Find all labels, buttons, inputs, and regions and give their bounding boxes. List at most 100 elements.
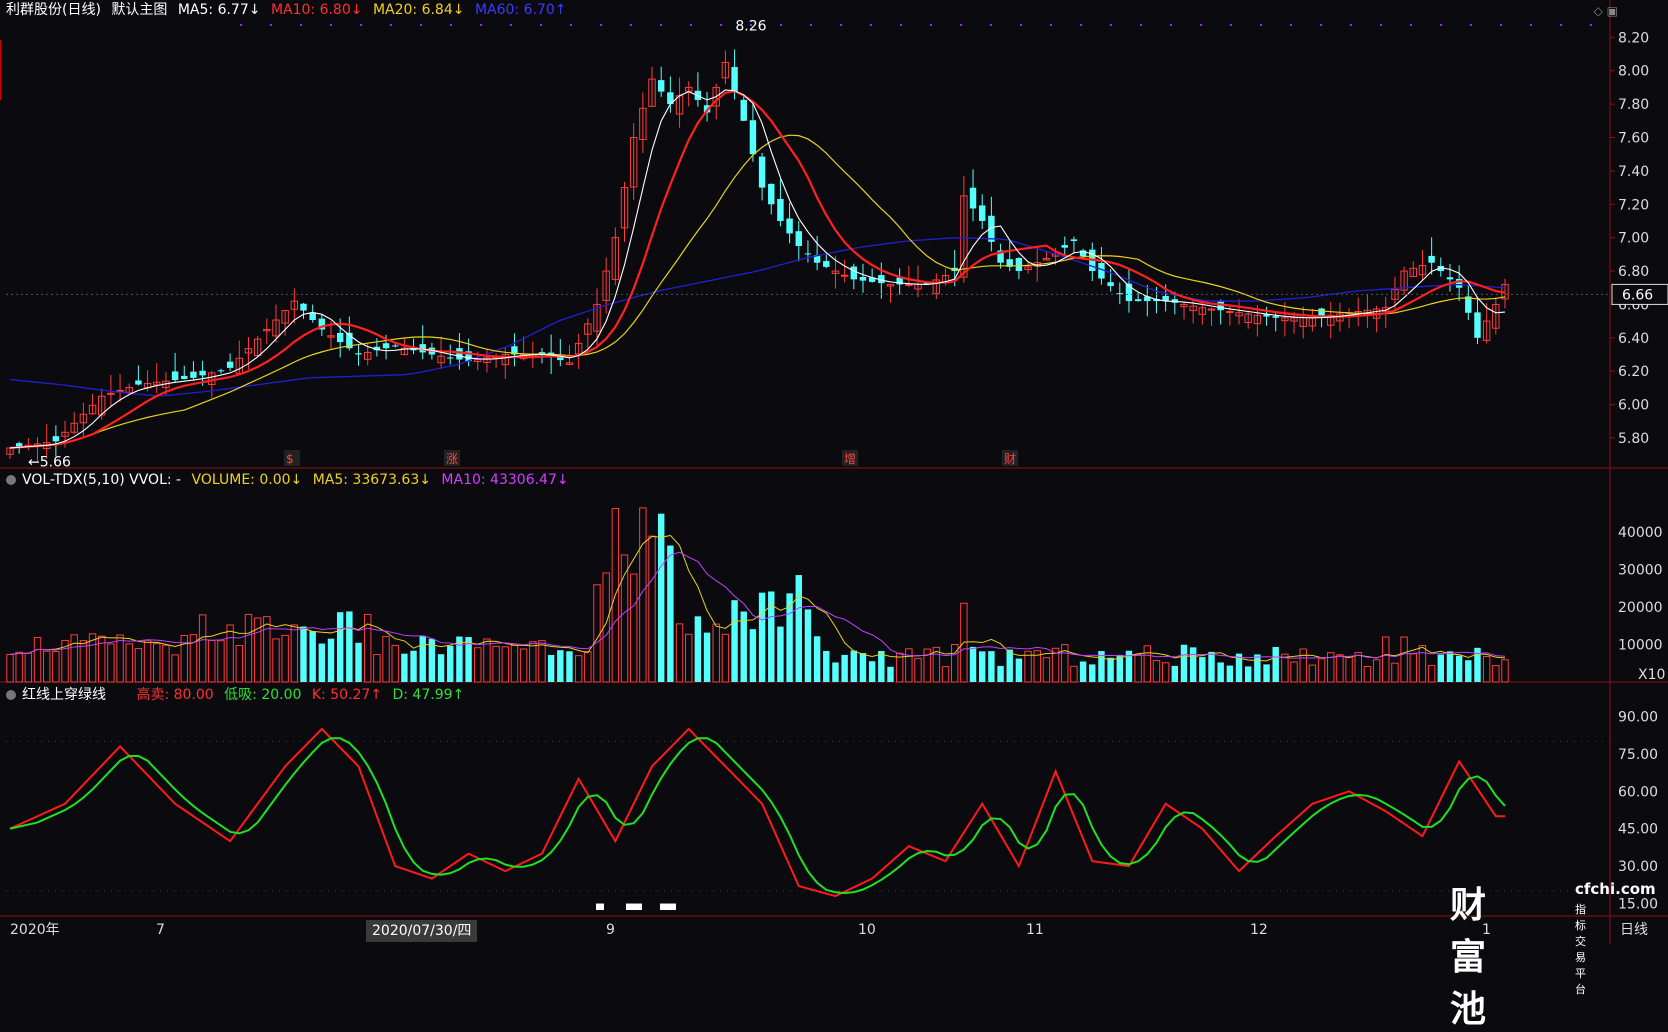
volume-bar-up xyxy=(1290,661,1298,683)
volume-bar-up xyxy=(593,584,601,683)
ma60-line xyxy=(9,237,1506,397)
date-axis-label: 2020年 xyxy=(10,922,60,938)
vol-ma5-line xyxy=(9,534,1506,662)
volume-bar-up xyxy=(1143,645,1152,683)
candle-down xyxy=(447,357,454,359)
kdj-tick-label: 30.00 xyxy=(1618,859,1658,875)
kdj-tick-label: 15.00 xyxy=(1618,897,1658,913)
ma60-value: MA60: 6.70↑ xyxy=(474,2,567,18)
panel-toggle-icon[interactable]: ▣ xyxy=(1607,4,1618,18)
volume-bar-up xyxy=(648,535,656,683)
vol-ma10-line xyxy=(9,551,1506,659)
volume-bar-up xyxy=(263,616,271,683)
volume-bar-up xyxy=(52,651,60,683)
indicator-name[interactable]: 默认主图 xyxy=(111,2,167,18)
candle-down xyxy=(786,218,793,234)
volume-bar-up xyxy=(1418,645,1427,683)
volume-bar-up xyxy=(1308,664,1317,683)
volume-bar-down xyxy=(336,612,344,682)
settings-dot-icon[interactable] xyxy=(6,475,16,485)
volume-bar-down xyxy=(749,629,757,682)
volume-bar-down xyxy=(657,513,665,682)
volume-bar-down xyxy=(346,611,353,682)
dot-marker xyxy=(330,24,332,26)
price-tick-label: 7.20 xyxy=(1618,197,1649,213)
date-axis-label: 12 xyxy=(1250,922,1268,938)
event-marker: 涨 xyxy=(446,451,458,466)
volume-bar-down xyxy=(887,666,894,682)
volume-value: VOLUME: 0.00↓ xyxy=(191,472,303,488)
volume-bar-down xyxy=(437,654,445,682)
volume-bar-down xyxy=(878,651,885,682)
volume-bar-up xyxy=(391,644,399,683)
candle-down xyxy=(1061,245,1068,248)
volume-bar-up xyxy=(1042,657,1051,683)
volume-bar-up xyxy=(1299,648,1307,683)
kdj-indicator-name[interactable]: 红线上穿绿线 xyxy=(22,687,106,703)
volume-bar-down xyxy=(355,642,362,682)
brand-domain: cfchi.com xyxy=(1575,880,1656,898)
dot-marker xyxy=(870,24,872,26)
volume-bar-up xyxy=(1336,654,1344,683)
volume-bar-down xyxy=(401,653,408,682)
event-marker: 财 xyxy=(1004,452,1016,466)
dot-marker xyxy=(900,24,902,26)
window-controls: ◇ ▣ xyxy=(1594,4,1618,18)
brand-tagline: 指标交易平台 xyxy=(1575,903,1586,996)
dot-marker xyxy=(480,24,482,26)
volume-bar-down xyxy=(447,645,454,682)
settings-dot-icon[interactable] xyxy=(6,690,16,700)
dot-marker xyxy=(1140,24,1142,26)
volume-bar-down xyxy=(1244,666,1252,682)
candle-down xyxy=(850,266,858,280)
volume-bar-up xyxy=(510,645,519,683)
stock-chart-window: 8.20 8.00 7.80 7.60 7.40 7.20 7.00 6.80 6.60 6.40… xyxy=(0,0,1668,1030)
ma20-line xyxy=(9,134,1506,449)
ma10-line xyxy=(9,90,1506,450)
volume-bar-up xyxy=(629,573,638,683)
dot-marker xyxy=(1410,24,1412,26)
candle-down xyxy=(978,205,986,221)
diamond-icon[interactable]: ◇ xyxy=(1594,4,1603,18)
volume-bar-up xyxy=(290,624,299,683)
volume-bar-up xyxy=(281,634,289,683)
vol-indicator-name[interactable]: VOL-TDX(5,10) VVOL: - xyxy=(22,472,181,488)
dot-marker xyxy=(1050,24,1052,26)
volume-bar-down xyxy=(566,651,573,682)
candle-down xyxy=(355,353,362,355)
volume-bar-down xyxy=(703,632,711,682)
stock-title[interactable]: 利群股份(日线) xyxy=(6,2,101,18)
volume-bar-up xyxy=(33,637,42,683)
volume-bar-down xyxy=(740,611,747,682)
volume-bar-down xyxy=(410,650,417,682)
volume-bar-up xyxy=(1317,658,1326,683)
volume-bar-up xyxy=(15,651,23,683)
volume-bar-up xyxy=(373,654,381,683)
candle-down xyxy=(1107,282,1114,287)
volume-bar-up xyxy=(125,643,133,683)
volume-bar-down xyxy=(547,654,555,682)
volume-header: VOL-TDX(5,10) VVOL: - VOLUME: 0.00↓ MA5:… xyxy=(6,470,575,490)
volume-bar-down xyxy=(300,626,307,682)
dot-marker xyxy=(1350,24,1352,26)
dot-marker xyxy=(1590,24,1592,26)
volume-bar-up xyxy=(116,634,124,683)
price-tick-label: 7.00 xyxy=(1618,231,1649,247)
volume-bar-down xyxy=(823,650,830,682)
volume-bar-down xyxy=(859,653,867,682)
volume-bar-down xyxy=(731,600,738,682)
signal-bar xyxy=(668,903,676,910)
dot-marker xyxy=(1440,24,1442,26)
volume-bar-down xyxy=(327,638,335,682)
volume-bar-up xyxy=(24,652,33,683)
candle-up xyxy=(840,274,849,277)
dot-marker xyxy=(1380,24,1382,26)
volume-bar-down xyxy=(832,662,839,682)
brand-name: 财富池 xyxy=(1450,885,1487,1030)
dot-marker xyxy=(660,24,662,26)
volume-bar-up xyxy=(1400,636,1408,683)
candle-down xyxy=(190,371,197,378)
volume-bar-up xyxy=(538,640,546,683)
candle-up xyxy=(116,389,124,392)
volume-bar-down xyxy=(997,665,1004,682)
